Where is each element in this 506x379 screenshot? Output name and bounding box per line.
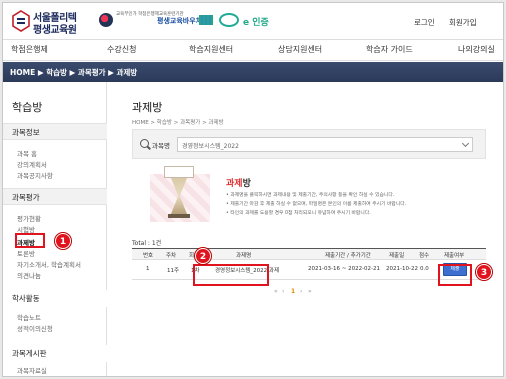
- sidebar-section-board[interactable]: 과목게시판: [3, 345, 107, 362]
- cell-period: 2021-03-16 ~ 2022-02-21: [308, 266, 381, 272]
- sidebar-item-notices[interactable]: 과목공지사항: [17, 170, 53, 180]
- page-first-button[interactable]: «: [274, 288, 278, 295]
- intro-note: • 타인의 과제를 도용할 경우 0점 처리되오니 유념하여 주시기 바랍니다.: [226, 211, 371, 216]
- main-content: 과제방 HOME > 학습방 > 과목평가 > 과제방 과목명 경영정보시스템_…: [108, 82, 503, 376]
- cell-no: 1: [146, 266, 150, 272]
- course-select-value: 경영정보시스템_2022: [182, 143, 239, 150]
- table-row: 1 11주 1차 경영정보시스템_2022 과제 2021-03-16 ~ 20…: [132, 260, 486, 280]
- assignment-table: 번호 주차 회차 과제명 제출기간 / 추가기간 제출일 점수 제출여부 1 1…: [132, 248, 486, 280]
- partner-logo-ministry: 교육부인가 학점은행제교육훈련기관: [99, 11, 184, 33]
- col-header-no: 번호: [143, 253, 154, 259]
- sidebar-item-grade-appeal[interactable]: 성적이의신청: [17, 323, 53, 333]
- course-search-box: 과목명 경영정보시스템_2022: [132, 129, 486, 159]
- sidebar-title: 학습방: [12, 101, 43, 114]
- sidebar-item-course-home[interactable]: 과목 홈: [17, 148, 37, 158]
- col-header-date: 제출일: [389, 253, 405, 259]
- sidebar-section-course-info[interactable]: 과목정보: [3, 123, 107, 140]
- sidebar-section-label: 과목게시판: [12, 349, 47, 358]
- col-header-score: 점수: [419, 253, 430, 259]
- sidebar-item-opinions[interactable]: 의견나눔: [17, 270, 41, 280]
- intro-title: 과제방: [226, 176, 251, 189]
- partner-logo-circle: [219, 13, 239, 27]
- course-select[interactable]: 경영정보시스템_2022: [177, 137, 473, 152]
- sidebar-section-label: 과목평가: [12, 193, 40, 202]
- cell-week: 11주: [167, 268, 180, 274]
- nav-item-credit-bank[interactable]: 학점은행제: [11, 44, 48, 55]
- sidebar-section-evaluation[interactable]: 과목평가: [3, 188, 107, 205]
- sidebar-item-discussion-room[interactable]: 토론방: [17, 248, 35, 258]
- total-count: Total : 1건: [132, 240, 162, 247]
- hourglass-illustration: [150, 166, 210, 226]
- page-title: 과제방: [132, 101, 163, 114]
- nav-item-enrollment[interactable]: 수강신청: [107, 44, 136, 55]
- seal-icon: [99, 13, 113, 27]
- breadcrumb: HOME > 학습방 > 과목평가 > 과제방: [132, 120, 224, 126]
- page-prev-button[interactable]: ‹: [282, 288, 284, 295]
- col-header-period: 제출기간 / 추가기간: [325, 253, 371, 259]
- nav-item-learning-support[interactable]: 학습지원센터: [189, 44, 233, 55]
- highlight-box-assignment-menu: [15, 233, 45, 248]
- nav-item-learner-guide[interactable]: 학습자 가이드: [366, 44, 413, 55]
- site-logo[interactable]: 서울폴리텍 평생교육원: [11, 8, 91, 36]
- intro-title-dark: 방: [242, 179, 251, 189]
- page-next-button[interactable]: ›: [300, 288, 302, 295]
- chevron-down-icon: [461, 139, 470, 148]
- col-header-title: 과제명: [236, 253, 252, 259]
- intro-title-red: 과제: [226, 179, 243, 189]
- sidebar-item-study-notes[interactable]: 학습노트: [17, 312, 41, 322]
- highlight-box-submit-button: [438, 264, 472, 286]
- annotation-badge-1: 1: [55, 233, 71, 249]
- sidebar-section-label: 학사활동: [12, 294, 40, 303]
- intro-note: • 과제명을 클릭하시면 과제내용 및 제출기간, 주의사항 등을 확인 하실 …: [226, 193, 395, 198]
- cell-score: 0.0: [420, 266, 429, 272]
- annotation-badge-2: 2: [195, 248, 211, 264]
- nav-item-counseling[interactable]: 상담지원센터: [278, 44, 322, 55]
- location-breadcrumb: HOME ▶ 학습방 ▶ 과목평가 ▶ 과제방: [10, 68, 138, 77]
- location-bar: HOME ▶ 학습방 ▶ 과목평가 ▶ 과제방: [3, 62, 503, 82]
- site-header: 서울폴리텍 평생교육원 교육부인가 학점은행제교육훈련기관 평생교육바우처 e …: [3, 3, 503, 39]
- partner-logo-mark: [199, 15, 213, 25]
- logo-line2: 평생교육원: [33, 25, 77, 36]
- browser-frame: 서울폴리텍 평생교육원 교육부인가 학점은행제교육훈련기관 평생교육바우처 e …: [2, 2, 504, 377]
- page-last-button[interactable]: »: [308, 288, 312, 295]
- cell-date: 2021-10-22: [386, 266, 418, 272]
- partner-logo-ecert: e 인증: [243, 18, 269, 28]
- sidebar: 학습방 과목정보 과목 홈 강의계획서 과목공지사항 과목평가 평가현황 시험방…: [3, 82, 107, 376]
- login-link[interactable]: 로그인: [414, 17, 435, 28]
- intro-note: • 제출기간 마감 후 제출 하실 수 없으며, 파일명은 본인의 이름 제출하…: [226, 202, 407, 207]
- partner-logo-voucher: 평생교육바우처: [157, 17, 203, 25]
- logo-mark-icon: [12, 10, 30, 32]
- highlight-box-assignment-title: [193, 264, 269, 286]
- sidebar-item-self-intro[interactable]: 자기소개서, 학습계획서: [17, 259, 81, 269]
- sidebar-item-syllabus[interactable]: 강의계획서: [17, 159, 47, 169]
- col-header-submit-status: 제출여부: [444, 253, 465, 259]
- signup-link[interactable]: 회원가입: [449, 17, 477, 28]
- sidebar-section-label: 과목정보: [12, 128, 40, 137]
- annotation-badge-3: 3: [476, 264, 492, 280]
- main-nav: 학점은행제 수강신청 학습지원센터 상담지원센터 학습자 가이드 나의강의실: [3, 39, 503, 61]
- sidebar-section-academic[interactable]: 학사활동: [3, 290, 107, 307]
- intro-notes: • 과제명을 클릭하시면 과제내용 및 제출기간, 주의사항 등을 확인 하실 …: [226, 191, 406, 218]
- page-current[interactable]: 1: [291, 288, 295, 295]
- nav-item-my-classroom[interactable]: 나의강의실: [458, 44, 495, 55]
- sidebar-item-eval-status[interactable]: 평가현황: [17, 213, 41, 223]
- sidebar-item-materials[interactable]: 과목자료실: [17, 365, 47, 375]
- search-icon: [140, 139, 149, 148]
- table-header: 번호 주차 회차 과제명 제출기간 / 추가기간 제출일 점수 제출여부: [132, 249, 486, 260]
- search-label: 과목명: [152, 142, 170, 150]
- col-header-week: 주차: [166, 253, 177, 259]
